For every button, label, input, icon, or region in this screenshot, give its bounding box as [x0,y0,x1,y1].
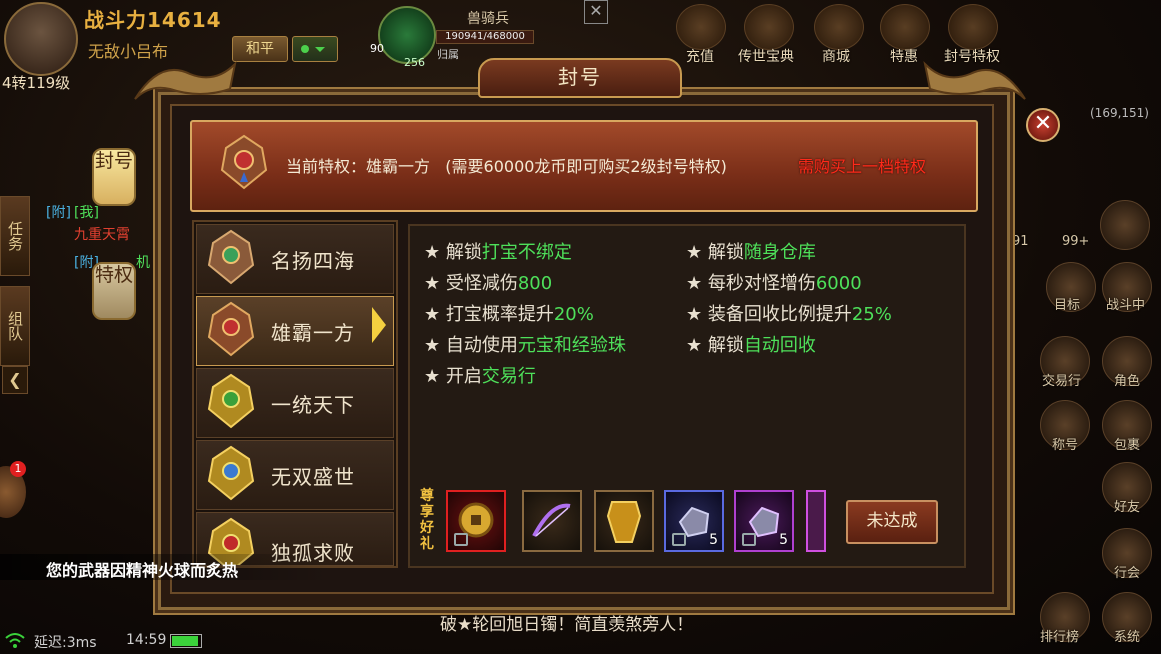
shop-icon[interactable] [814,4,864,50]
side-guild-label[interactable]: 行会 [1114,562,1140,581]
perk-item: ★ 自动使用元宝和经验珠 [424,335,626,356]
weapon-message-bar: 您的武器因精神火球而炙热 [0,554,330,580]
dragon-ornament-left-icon [134,60,237,100]
reward-slot-partial[interactable] [806,490,826,552]
top-menu-special-offer[interactable]: 特惠 [890,46,918,66]
announcement-ticker: 破★轮回旭日镯！简直羡煞旁人！ [440,615,694,635]
title-privilege-icon[interactable] [948,4,998,50]
map-coordinates: (169,151) [1090,106,1149,120]
tier-emblem-icon [207,445,255,501]
tier-emblem-icon [207,373,255,429]
perk-item: ★ 受怪减伤800 [424,273,553,294]
pet-hp-bar: 190941/468000 [436,30,534,44]
pk-mode-button[interactable]: 和平 [232,36,288,62]
notification-badge: 1 [10,461,26,477]
current-privilege-text: 当前特权：雄霸一方 (需要60000龙币即可购买2级封号特权) [286,157,727,176]
perk-item: ★ 解锁随身仓库 [686,242,816,263]
chat-line: 机 [136,255,150,271]
tier-item-xiongba[interactable]: 雄霸一方 [196,296,394,366]
collapse-arrow-icon[interactable]: ❮ [2,366,28,394]
perk-item: ★ 解锁打宝不绑定 [424,242,572,263]
reward-slot-bow[interactable] [522,490,582,552]
bound-lock-icon [742,533,756,546]
bound-lock-icon [454,533,468,546]
special-offer-icon[interactable] [880,4,930,50]
combat-power: 战斗力14614 [84,8,222,32]
player-avatar[interactable] [4,2,78,76]
reward-label: 尊享好礼 [420,488,434,552]
side-combat-label[interactable]: 战斗中 [1106,294,1145,313]
bound-lock-icon [672,533,686,546]
top-menu-shop[interactable]: 商城 [822,46,850,66]
perk-item: ★ 打宝概率提升20% [424,304,594,325]
chat-tag: [附] [46,205,71,221]
window-title: 封号 [478,58,682,98]
tier-label: 名扬四海 [271,249,355,273]
top-menu-recharge[interactable]: 充值 [686,46,714,66]
tier-emblem-icon [207,301,255,357]
side-target-label[interactable]: 目标 [1054,294,1080,313]
tier-item-yitong[interactable]: 一统天下 [196,368,394,438]
tier-label: 一统天下 [271,393,355,417]
pet-sub: 256 [404,56,425,69]
reward-slot-armor[interactable] [594,490,654,552]
reward-slot-stone-blue[interactable]: 5 [664,490,724,552]
side-character-label[interactable]: 角色 [1114,370,1140,389]
misc-icon[interactable] [1100,200,1150,250]
side-ranking-label[interactable]: 排行榜 [1040,626,1079,645]
side-system-label[interactable]: 系统 [1114,626,1140,645]
chat-line: 九重天霄 [74,227,130,243]
side-titles-label[interactable]: 称号 [1052,434,1078,453]
armor-icon [606,501,642,543]
top-menu-treasure-book[interactable]: 传世宝典 [738,46,794,66]
side-tab-title[interactable]: 封号 [92,148,136,206]
weapon-message: 您的武器因精神火球而炙热 [46,561,239,580]
tier-label: 无双盛世 [271,465,355,489]
tier-item-wushuang[interactable]: 无双盛世 [196,440,394,510]
battery-icon [170,634,202,648]
reward-slot-coin[interactable] [446,490,506,552]
latency-text: 延迟:3ms [34,635,97,651]
recharge-icon[interactable] [676,4,726,50]
count-99plus: 99+ [1062,234,1090,249]
close-hud-icon[interactable]: ✕ [584,0,608,24]
side-friends-label[interactable]: 好友 [1114,496,1140,515]
bow-icon [532,503,571,537]
perk-item: ★ 装备回收比例提升25% [686,304,892,325]
item-count: 5 [779,532,788,548]
perk-item: ★ 解锁自动回收 [686,335,816,356]
task-tab[interactable]: 任务 [0,196,30,276]
pet-level: 90 [370,42,384,55]
item-count: 5 [709,532,718,548]
perk-item: ★ 开启交易行 [424,366,536,387]
count-91: 91 [1012,234,1029,249]
current-title-emblem-icon [220,134,268,190]
side-tab-privilege[interactable]: 特权 [92,262,136,320]
pk-mode-dropdown[interactable] [292,36,338,62]
treasure-book-icon[interactable] [744,4,794,50]
player-level: 4转119级 [2,74,71,92]
wifi-icon [5,633,25,648]
chat-line: [我] [74,205,99,221]
tier-emblem-icon [207,229,255,285]
tier-item-mingyang[interactable]: 名扬四海 [196,224,394,294]
buy-previous-tier-link[interactable]: 需购买上一档特权 [798,153,926,177]
pet-tag: 归属 [437,48,459,61]
clock-text: 14:59 [126,632,167,648]
side-bag-label[interactable]: 包裹 [1114,434,1140,453]
selected-tier-arrow-icon [372,307,386,343]
pet-name: 兽骑兵 [467,11,509,27]
not-reached-button[interactable]: 未达成 [846,500,938,544]
team-tab[interactable]: 组队 [0,286,30,366]
tier-label: 雄霸一方 [271,321,355,345]
dragon-ornament-right-icon [923,60,1026,100]
reward-slot-stone-purple[interactable]: 5 [734,490,794,552]
side-trade-label[interactable]: 交易行 [1042,370,1081,389]
perk-item: ★ 每秒对怪增伤6000 [686,273,862,294]
close-window-button[interactable]: ✕ [1026,108,1060,142]
